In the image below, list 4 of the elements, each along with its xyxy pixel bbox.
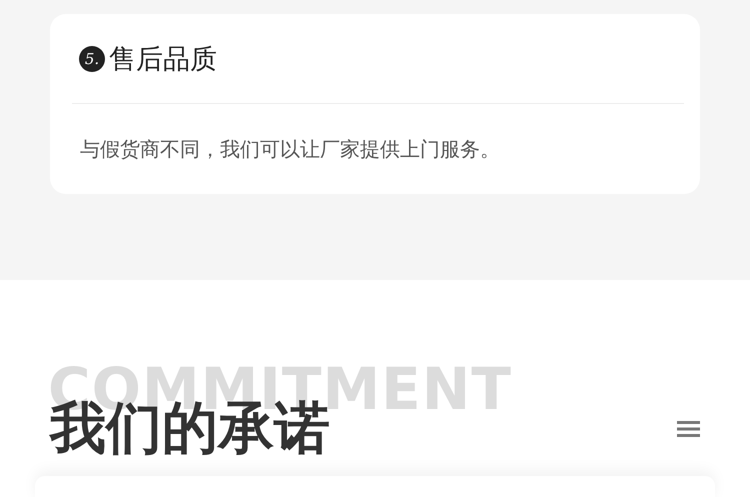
card-title: 售后品质 bbox=[109, 42, 217, 76]
menu-icon[interactable] bbox=[677, 420, 700, 438]
number-badge: 5. bbox=[79, 46, 105, 72]
card-text: 与假货商不同，我们可以让厂家提供上门服务。 bbox=[79, 136, 501, 163]
